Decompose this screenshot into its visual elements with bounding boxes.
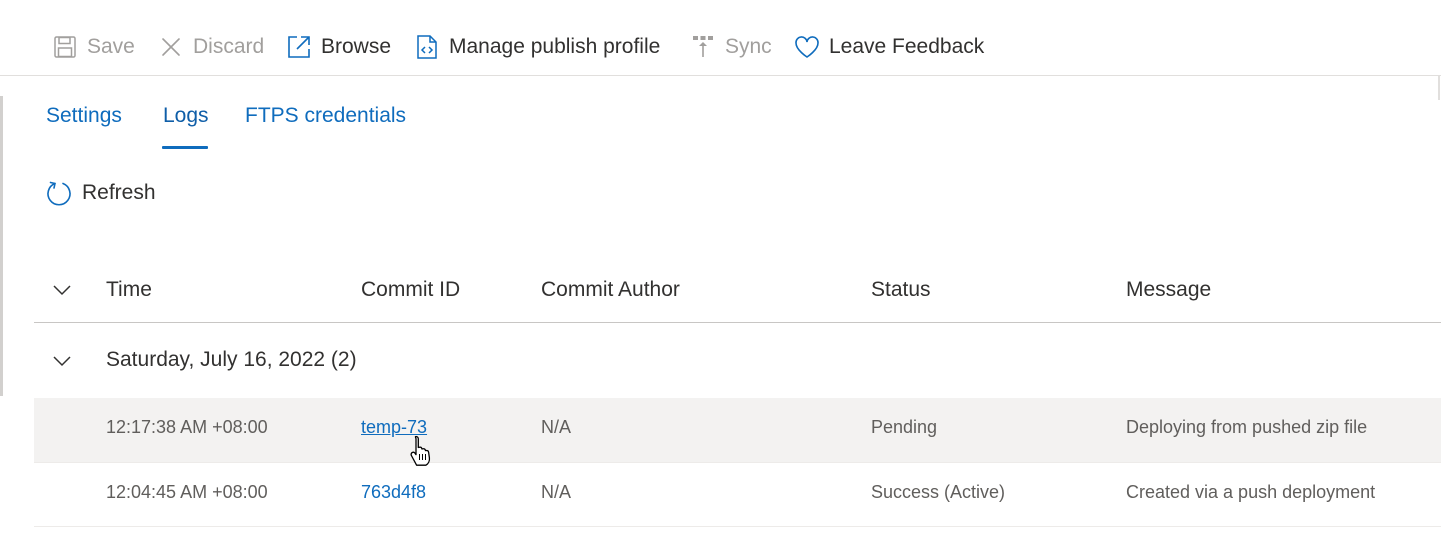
save-label: Save	[87, 35, 135, 58]
cell-message: Created via a push deployment	[1126, 482, 1376, 502]
panel-right-border	[1438, 76, 1440, 100]
discard-label: Discard	[193, 35, 265, 58]
table-row[interactable]: 12:04:45 AM +08:00 763d4f8 N/A Success (…	[34, 463, 1441, 527]
sync-button[interactable]: Sync	[690, 30, 772, 64]
leave-feedback-label: Leave Feedback	[829, 35, 985, 58]
sync-label: Sync	[725, 35, 772, 58]
cell-time: 12:17:38 AM +08:00	[106, 417, 268, 437]
active-tab-indicator	[162, 146, 208, 149]
open-external-icon	[286, 34, 312, 60]
command-bar: Save Discard Browse Manage publish profi…	[0, 0, 1441, 76]
group-collapse-chevron-icon[interactable]	[51, 350, 73, 372]
collapse-all-chevron-icon[interactable]	[51, 279, 73, 301]
refresh-icon	[46, 180, 72, 206]
refresh-label: Refresh	[82, 181, 156, 204]
column-header-message[interactable]: Message	[1126, 278, 1211, 302]
cell-message: Deploying from pushed zip file	[1126, 417, 1368, 437]
cell-status: Success (Active)	[871, 482, 1006, 502]
leave-feedback-button[interactable]: Leave Feedback	[794, 30, 984, 64]
panel-left-border	[0, 96, 3, 396]
table-row[interactable]: 12:17:38 AM +08:00 temp-73 N/A Pending D…	[34, 398, 1441, 462]
tab-logs[interactable]: Logs	[163, 104, 209, 128]
save-icon	[52, 34, 78, 60]
refresh-button[interactable]: Refresh	[46, 179, 156, 207]
hand-pointer-cursor-icon	[407, 434, 435, 468]
browse-label: Browse	[321, 35, 392, 58]
browse-button[interactable]: Browse	[286, 30, 391, 64]
code-file-icon	[414, 34, 440, 60]
cell-author: N/A	[541, 417, 572, 437]
close-icon	[158, 34, 184, 60]
heart-icon	[794, 34, 820, 60]
cell-time: 12:04:45 AM +08:00	[106, 482, 268, 502]
cell-status: Pending	[871, 417, 938, 437]
column-header-status[interactable]: Status	[871, 278, 931, 302]
manage-publish-profile-label: Manage publish profile	[449, 35, 661, 58]
column-header-commit-id[interactable]: Commit ID	[361, 278, 460, 302]
manage-publish-profile-button[interactable]: Manage publish profile	[414, 30, 660, 64]
cell-author: N/A	[541, 482, 572, 502]
column-header-commit-author[interactable]: Commit Author	[541, 278, 680, 302]
sync-icon	[690, 34, 716, 60]
group-header-date: Saturday, July 16, 2022 (2)	[106, 348, 357, 371]
column-header-time[interactable]: Time	[106, 278, 152, 302]
tab-settings[interactable]: Settings	[46, 104, 122, 128]
header-divider	[34, 322, 1441, 323]
row-divider	[34, 526, 1441, 527]
commit-id-link[interactable]: 763d4f8	[361, 482, 426, 503]
tab-ftps-credentials[interactable]: FTPS credentials	[245, 104, 406, 128]
save-button[interactable]: Save	[52, 30, 135, 64]
discard-button[interactable]: Discard	[158, 30, 264, 64]
